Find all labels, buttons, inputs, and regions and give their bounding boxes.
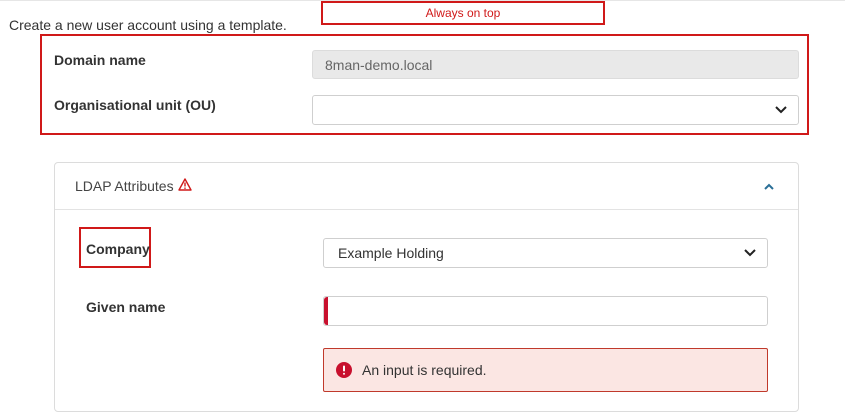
required-error-alert: An input is required.	[323, 348, 768, 392]
intro-text: Create a new user account using a templa…	[9, 17, 287, 33]
domain-name-label: Domain name	[54, 52, 146, 68]
chevron-up-icon[interactable]	[763, 178, 777, 190]
domain-name-value: 8man-demo.local	[325, 56, 433, 73]
error-message: An input is required.	[362, 362, 487, 378]
domain-name-field: 8man-demo.local	[312, 50, 799, 79]
required-marker	[324, 297, 328, 325]
ou-label: Organisational unit (OU)	[54, 97, 216, 113]
always-on-top-button[interactable]: Always on top	[321, 1, 605, 25]
chevron-down-icon	[743, 246, 757, 260]
company-value: Example Holding	[338, 245, 444, 261]
ldap-attributes-title: LDAP Attributes	[75, 178, 174, 194]
always-on-top-label: Always on top	[425, 6, 501, 20]
ou-select[interactable]	[312, 95, 799, 125]
warning-triangle-icon	[177, 178, 192, 194]
given-name-input[interactable]	[323, 296, 768, 326]
error-circle-icon	[336, 362, 352, 378]
given-name-label: Given name	[86, 299, 166, 315]
panel-header-divider	[55, 209, 798, 210]
ldap-attributes-header[interactable]: LDAP Attributes	[75, 178, 192, 194]
company-label: Company	[86, 241, 150, 257]
chevron-down-icon	[774, 103, 788, 117]
company-select[interactable]: Example Holding	[323, 238, 768, 268]
